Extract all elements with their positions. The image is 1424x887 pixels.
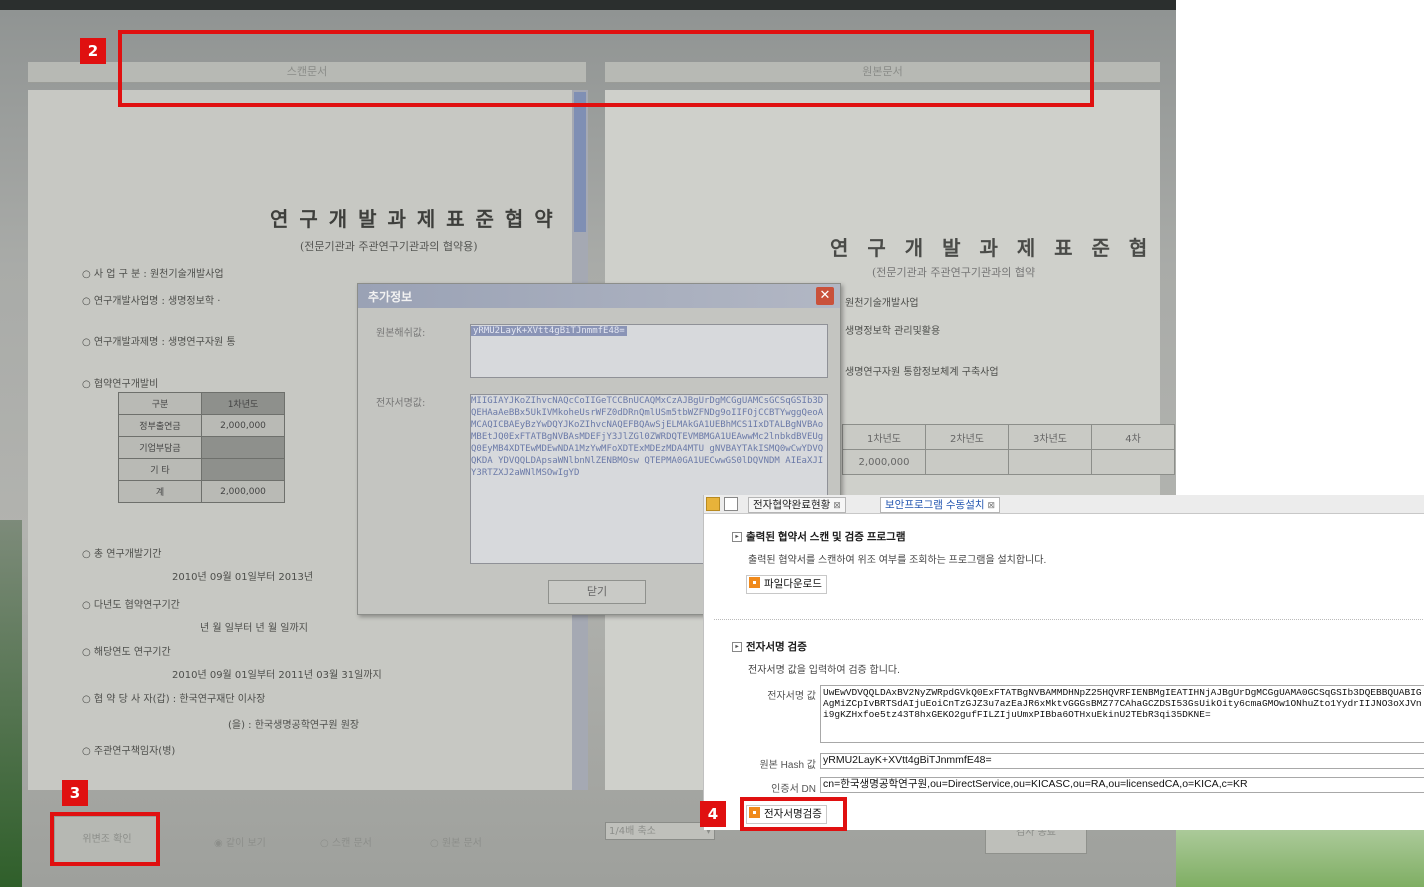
scan-doc-line: 2010년 09월 01일부터 2013년 bbox=[172, 572, 314, 583]
scan-doc-title: 연 구 개 발 과 제 표 준 협 약 bbox=[270, 207, 555, 231]
table-cell: 기 타 bbox=[118, 458, 202, 481]
scan-doc-line: ○ 다년도 협약연구기간 bbox=[82, 600, 180, 611]
section-title-text: 출력된 협약서 스캔 및 검증 프로그램 bbox=[746, 531, 906, 543]
section-scan-title: ▸ 출력된 협약서 스캔 및 검증 프로그램 bbox=[732, 529, 906, 544]
section-divider bbox=[714, 619, 1424, 620]
callout-number-3: 3 bbox=[62, 780, 88, 806]
close-icon[interactable]: ⊠ bbox=[988, 500, 996, 510]
hash-value-field[interactable]: yRMU2LayK+XVtt4gBiTJnmmfE48= bbox=[470, 324, 828, 378]
table-cell: 2,000,000 bbox=[201, 414, 285, 437]
close-icon[interactable]: ⊠ bbox=[833, 500, 841, 510]
scan-doc-line: 2010년 09월 01일부터 2011년 03월 31일까지 bbox=[172, 670, 382, 681]
radio-label: 원본 문서 bbox=[441, 838, 482, 849]
table-cell bbox=[201, 458, 285, 481]
dialog-close-button[interactable]: 닫기 bbox=[548, 580, 646, 604]
table-cell bbox=[925, 449, 1009, 475]
tab-label: 보안프로그램 수동설치 bbox=[885, 499, 985, 511]
table-cell bbox=[201, 436, 285, 459]
dn-field-label: 인증서 DN bbox=[771, 784, 816, 795]
scan-doc-line: 년 월 일부터 년 월 일까지 bbox=[200, 623, 308, 634]
hash-field-label: 원본 Hash 값 bbox=[759, 760, 816, 771]
signature-input[interactable]: UwEwVDVQQLDAxBV2NyZWRpdGVkQ0ExFTATBgNVBA… bbox=[820, 685, 1424, 743]
dialog-titlebar[interactable]: 추가정보 ✕ bbox=[358, 284, 840, 308]
radio-scan-view[interactable]: ○ 스캔 문서 bbox=[320, 834, 372, 849]
table-cell bbox=[1008, 449, 1092, 475]
bullet-icon: ▸ bbox=[732, 532, 742, 543]
callout-number-4: 4 bbox=[700, 801, 726, 827]
page-icon bbox=[724, 497, 738, 511]
radio-label: 같이 보기 bbox=[225, 838, 266, 849]
signature-label: 전자서명값: bbox=[376, 398, 426, 409]
table-cell: 2,000,000 bbox=[842, 449, 926, 475]
table-cell bbox=[1091, 449, 1175, 475]
scan-doc-line: ○ 사 업 구 분 : 원천기술개발사업 bbox=[82, 269, 224, 280]
original-doc-line: 생명정보학 관리및활용 bbox=[845, 326, 941, 337]
table-cell: 정부출연금 bbox=[118, 414, 202, 437]
tab-label: 전자협약완료현황 bbox=[753, 499, 831, 511]
table-cell: 4차 bbox=[1091, 424, 1175, 450]
section-verify-title: ▸ 전자서명 검증 bbox=[732, 639, 807, 654]
original-budget-table: 1차년도 2차년도 3차년도 4차 2,000,000 bbox=[842, 424, 1175, 475]
original-doc-title: 연 구 개 발 과 제 표 준 협 bbox=[830, 236, 1154, 260]
signature-field-label: 전자서명 값 bbox=[767, 691, 816, 702]
radio-original-view[interactable]: ○ 원본 문서 bbox=[430, 834, 482, 849]
section-title-text: 전자서명 검증 bbox=[746, 641, 807, 653]
background-strip bbox=[0, 520, 22, 887]
table-cell: 기업부담금 bbox=[118, 436, 202, 459]
scan-doc-line: ○ 연구개발과제명 : 생명연구자원 통 bbox=[82, 337, 236, 348]
callout-box-4 bbox=[740, 797, 847, 831]
table-cell: 계 bbox=[118, 480, 202, 503]
monitor-bezel bbox=[0, 0, 1176, 10]
callout-box-3 bbox=[50, 812, 160, 866]
button-label: 파일다운로드 bbox=[764, 578, 822, 590]
table-cell: 1차년도 bbox=[842, 424, 926, 450]
scan-doc-line: ○ 주관연구책임자(병) bbox=[82, 746, 176, 757]
table-cell: 2차년도 bbox=[925, 424, 1009, 450]
original-doc-line: 생명연구자원 통합정보체계 구축사업 bbox=[845, 367, 999, 378]
table-cell: 구분 bbox=[118, 392, 202, 415]
close-icon[interactable]: ✕ bbox=[816, 287, 834, 305]
scan-doc-line: ○ 총 연구개발기간 bbox=[82, 549, 162, 560]
scan-doc-line: ○ 해당연도 연구기간 bbox=[82, 647, 171, 658]
radio-both-view[interactable]: ◉ 같이 보기 bbox=[214, 834, 266, 849]
scan-doc-line: (을) : 한국생명공학연구원 원장 bbox=[228, 720, 360, 731]
scan-doc-line: ○ 협 약 당 사 자(갑) : 한국연구재단 이사장 bbox=[82, 694, 266, 705]
section-verify-desc: 전자서명 값을 입력하여 검증 합니다. bbox=[748, 665, 900, 676]
hash-label: 원본해쉬값: bbox=[376, 328, 426, 339]
tab-bar: 전자협약완료현황 ⊠ 보안프로그램 수동설치 ⊠ bbox=[704, 495, 1424, 514]
scan-doc-line: ○ 연구개발사업명 : 생명정보학 · bbox=[82, 296, 221, 307]
radio-label: 스캔 문서 bbox=[331, 838, 372, 849]
scan-doc-line: ○ 협약연구개발비 bbox=[82, 379, 159, 390]
zoom-select[interactable]: 1/4배 축소 ▾ bbox=[605, 822, 715, 840]
dn-input[interactable]: cn=한국생명공학연구원,ou=DirectService,ou=KICASC,… bbox=[820, 777, 1424, 793]
table-cell: 1차년도 bbox=[201, 392, 285, 415]
file-download-button[interactable]: 파일다운로드 bbox=[746, 575, 827, 594]
table-cell: 2,000,000 bbox=[201, 480, 285, 503]
zoom-value: 1/4배 축소 bbox=[609, 826, 656, 837]
original-doc-subtitle: (전문기관과 주관연구기관과의 협약 bbox=[872, 266, 1036, 279]
bullet-icon: ▸ bbox=[732, 642, 742, 653]
tab-agreement-status[interactable]: 전자협약완료현황 ⊠ bbox=[748, 497, 846, 513]
dialog-title: 추가정보 bbox=[368, 290, 413, 304]
original-doc-line: 원천기술개발사업 bbox=[845, 298, 919, 309]
tab-security-install[interactable]: 보안프로그램 수동설치 ⊠ bbox=[880, 497, 1001, 513]
callout-number-2: 2 bbox=[80, 38, 106, 64]
callout-box-2 bbox=[118, 30, 1094, 107]
page-icon bbox=[706, 497, 720, 511]
table-cell: 3차년도 bbox=[1008, 424, 1092, 450]
hash-input[interactable]: yRMU2LayK+XVtt4gBiTJnmmfE48= bbox=[820, 753, 1424, 769]
scan-pane-scroll-thumb[interactable] bbox=[574, 92, 586, 232]
button-icon bbox=[749, 577, 760, 588]
hash-value: yRMU2LayK+XVtt4gBiTJnmmfE48= bbox=[471, 326, 627, 336]
scan-budget-table: 구분 1차년도 정부출연금 2,000,000 기업부담금 기 타 계 2,000,0… bbox=[118, 392, 285, 503]
section-scan-desc: 출력된 협약서를 스캔하여 위조 여부를 조회하는 프로그램을 설치합니다. bbox=[748, 555, 1047, 566]
web-panel: 전자협약완료현황 ⊠ 보안프로그램 수동설치 ⊠ ▸ 출력된 협약서 스캔 및 검증 … bbox=[703, 495, 1424, 830]
scan-doc-subtitle: (전문기관과 주관연구기관과의 협약용) bbox=[300, 240, 478, 253]
